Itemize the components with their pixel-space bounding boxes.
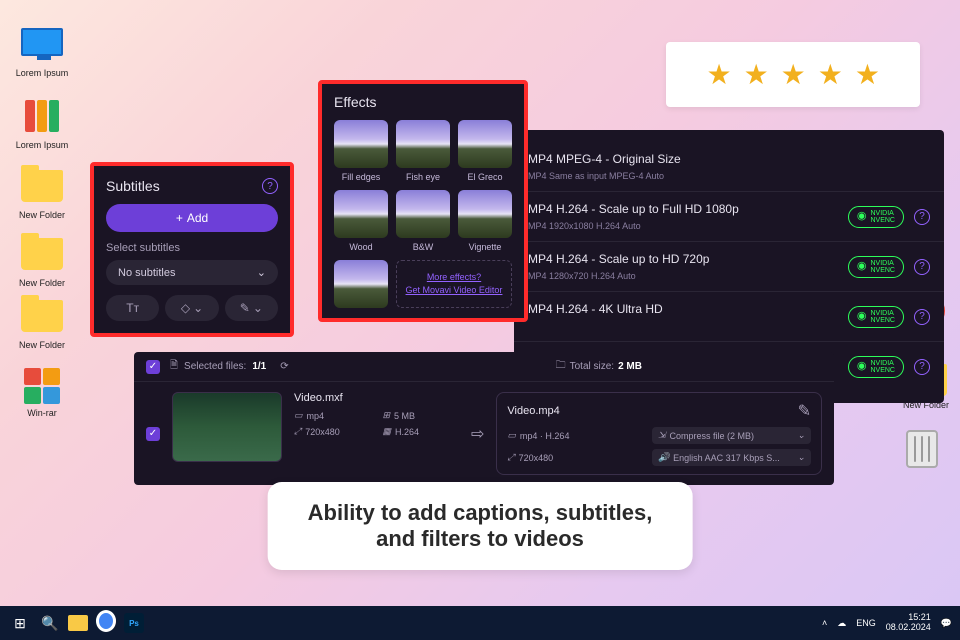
help-icon[interactable]: ?	[262, 178, 278, 194]
language-indicator[interactable]: ENG	[856, 618, 876, 628]
help-icon[interactable]: ?	[914, 259, 930, 275]
file-icon: 🗎	[170, 358, 178, 375]
star-icon: ★	[744, 58, 769, 91]
source-file-info: Video.mxf ▭mp4 ⊞5 MB ⤢720x480 ▦H.264	[294, 392, 459, 475]
rating-card: ★ ★ ★ ★ ★	[666, 42, 920, 107]
effect-item[interactable]: Wood	[334, 190, 388, 252]
refresh-icon[interactable]: ⟳	[280, 361, 288, 372]
desktop-icon-binders[interactable]: Lorem Ipsum	[12, 100, 72, 150]
taskbar-chrome[interactable]	[94, 611, 118, 635]
chevron-down-icon: ⌄	[193, 301, 203, 315]
icon-label: New Folder	[12, 210, 72, 220]
text-tool-button[interactable]: T⁠ᴛ	[106, 295, 159, 321]
more-effects-link[interactable]: More effects? Get Movavi Video Editor	[396, 260, 512, 308]
nvidia-icon: ◉	[857, 261, 867, 272]
text-icon: T⁠ᴛ	[126, 301, 139, 315]
subtitles-panel: Subtitles ? + Add Select subtitles No su…	[90, 162, 294, 337]
help-icon[interactable]: ?	[914, 309, 930, 325]
effect-item[interactable]: Fish eye	[396, 120, 450, 182]
format-icon: ▭	[294, 410, 303, 421]
nvidia-badge: ◉NVIDIA NVENC	[848, 256, 904, 278]
effect-item[interactable]: B&W	[396, 190, 450, 252]
format-row[interactable]: MP4 H.264 - 4K Ultra HD ◉NVIDIA NVENC ?	[514, 292, 944, 342]
edit-icon[interactable]: ✎	[798, 401, 811, 421]
tray-chevron-icon[interactable]: ˄	[822, 618, 827, 628]
effect-item[interactable]: Vignette	[458, 190, 512, 252]
star-icon: ★	[781, 58, 806, 91]
file-checkbox[interactable]: ✓	[146, 427, 160, 441]
codec-icon: ▦	[383, 426, 392, 437]
size-icon: ⊞	[383, 410, 391, 421]
nvidia-icon: ◉	[857, 211, 867, 222]
icon-label: Lorem Ipsum	[12, 68, 72, 78]
plus-icon: +	[176, 211, 183, 225]
help-icon[interactable]: ?	[914, 209, 930, 225]
subtitle-select[interactable]: No subtitles ⌄	[106, 260, 278, 285]
format-row[interactable]: MP4 H.264 - Scale up to HD 720p MP4 1280…	[514, 242, 944, 292]
effect-item[interactable]: Fill edges	[334, 120, 388, 182]
nvidia-badge: ◉NVIDIA NVENC	[848, 206, 904, 228]
effect-item[interactable]: El Greco	[458, 120, 512, 182]
res-icon: ⤢	[294, 426, 301, 437]
pencil-icon: ✎	[240, 301, 250, 315]
subtitles-title: Subtitles	[106, 178, 160, 194]
icon-label: New Folder	[12, 278, 72, 288]
icon-label: New Folder	[12, 340, 72, 350]
desktop-icon-winrar[interactable]: Win-rar	[12, 368, 72, 418]
chevron-down-icon: ⌄	[257, 266, 266, 279]
star-icon: ★	[855, 58, 880, 91]
clock[interactable]: 15:21 08.02.2024	[886, 613, 931, 633]
desktop-icon-folder[interactable]: New Folder	[12, 170, 72, 220]
effects-title: Effects	[334, 94, 512, 110]
taskbar-explorer[interactable]	[68, 615, 88, 631]
nvidia-badge: ◉NVIDIA NVENC	[848, 356, 904, 378]
nvidia-icon: ◉	[857, 361, 867, 372]
video-thumbnail[interactable]	[172, 392, 282, 462]
select-subtitles-label: Select subtitles	[106, 242, 278, 254]
effects-panel: Effects Fill edges Fish eye El Greco Woo…	[318, 80, 528, 322]
format-row[interactable]: MP4 H.264 - Scale up to Full HD 1080p MP…	[514, 192, 944, 242]
res-icon: ⤢	[507, 452, 514, 463]
file-conversion-bar: ✓ 🗎 Selected files: 1/1 ⟳ 🗀 Total size: …	[134, 352, 834, 485]
desktop-icon-folder[interactable]: New Folder	[12, 300, 72, 350]
desktop-icon-folder[interactable]: New Folder	[12, 238, 72, 288]
icon-label: Lorem Ipsum	[12, 140, 72, 150]
nvidia-icon: ◉	[857, 311, 867, 322]
taskbar: ⊞ 🔍 Ps ˄ ☁ ENG 15:21 08.02.2024 💬	[0, 606, 960, 640]
paint-icon: ◇	[181, 301, 190, 315]
start-button[interactable]: ⊞	[8, 611, 32, 635]
star-icon: ★	[706, 58, 731, 91]
edit-tool-button[interactable]: ✎⌄	[225, 295, 278, 321]
compress-icon: ⇲	[658, 430, 666, 441]
icon-label: Win-rar	[12, 408, 72, 418]
desktop-icon-pc[interactable]: Lorem Ipsum	[12, 28, 72, 78]
destination-file-info: Video.mp4 ✎ ▭mp4 · H.264 ⇲Compress file …	[496, 392, 822, 475]
nvidia-badge: ◉NVIDIA NVENC	[848, 306, 904, 328]
chevron-down-icon: ⌄	[797, 452, 805, 463]
search-button[interactable]: 🔍	[38, 611, 62, 635]
convert-arrow-icon: ⇨	[471, 392, 484, 475]
format-row[interactable]: MP4 MPEG-4 - Original Size MP4 Same as i…	[514, 142, 944, 192]
taskbar-photoshop[interactable]: Ps	[124, 613, 144, 633]
notifications-icon[interactable]: 💬	[941, 618, 952, 629]
fill-tool-button[interactable]: ◇⌄	[165, 295, 218, 321]
tray-icon[interactable]: ☁	[837, 618, 846, 629]
desktop-icon-trash[interactable]	[892, 430, 952, 468]
effect-more[interactable]	[334, 260, 388, 308]
add-subtitle-button[interactable]: + Add	[106, 204, 278, 232]
feature-caption: Ability to add captions, subtitles, and …	[268, 482, 693, 570]
audio-icon: 🔊	[658, 452, 669, 463]
select-all-checkbox[interactable]: ✓	[146, 360, 160, 374]
help-icon[interactable]: ?	[914, 359, 930, 375]
chevron-down-icon: ⌄	[797, 430, 805, 441]
audio-select[interactable]: 🔊English AAC 317 Kbps S...⌄	[652, 449, 811, 466]
folder-icon: 🗀	[556, 358, 566, 375]
chevron-down-icon: ⌄	[253, 301, 263, 315]
compress-select[interactable]: ⇲Compress file (2 MB)⌄	[652, 427, 811, 444]
star-icon: ★	[818, 58, 843, 91]
format-icon: ▭	[507, 430, 516, 441]
